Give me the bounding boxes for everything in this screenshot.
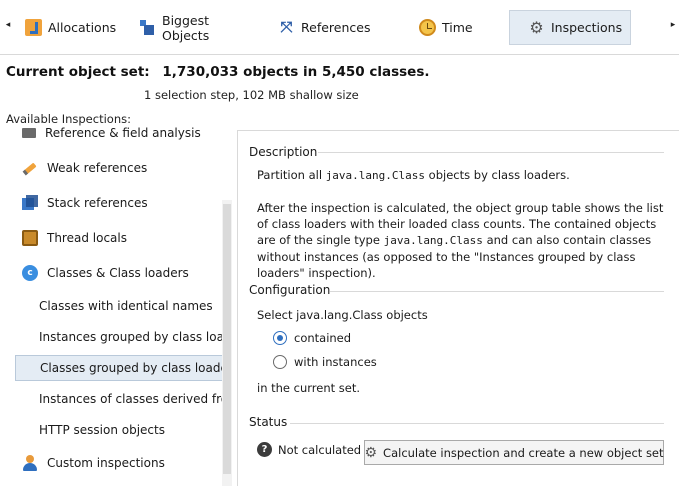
- divider: [330, 291, 664, 292]
- tab-references[interactable]: ⤧ References: [270, 10, 375, 45]
- button-label: Calculate inspection and create a new ob…: [383, 445, 664, 460]
- list-item-http-session-objects[interactable]: HTTP session objects: [15, 415, 227, 445]
- radio-unchecked-icon[interactable]: [273, 355, 287, 369]
- tab-label: Inspections: [551, 20, 623, 35]
- list-item-label: Thread locals: [47, 231, 127, 245]
- list-item-instances-grouped-class-loaders[interactable]: Instances grouped by class loaders: [15, 322, 232, 352]
- calculate-inspection-button[interactable]: ⚙ Calculate inspection and create a new …: [364, 440, 664, 465]
- tab-label: Time: [442, 20, 473, 35]
- tab-biggest-objects[interactable]: Biggest Objects: [131, 10, 261, 45]
- list-item-classes-class-loaders[interactable]: c Classes & Class loaders: [22, 258, 189, 288]
- list-item-classes-identical-names[interactable]: Classes with identical names: [15, 291, 227, 321]
- list-item-label: Classes & Class loaders: [47, 266, 189, 280]
- current-object-set: Current object set: 1,730,033 objects in…: [6, 64, 429, 80]
- description-title: Description: [249, 145, 318, 159]
- code-java-lang-class: java.lang.Class: [383, 234, 483, 247]
- list-item-weak-references[interactable]: Weak references: [22, 153, 147, 183]
- list-scrollbar[interactable]: [222, 200, 232, 486]
- text-run: objects by class loaders.: [425, 168, 570, 182]
- scrollbar-thumb[interactable]: [223, 204, 231, 474]
- list-item-custom-inspections[interactable]: Custom inspections: [22, 448, 165, 478]
- available-inspections-label: Available Inspections:: [6, 112, 131, 126]
- inspection-detail-panel: Description Partition all java.lang.Clas…: [237, 130, 679, 486]
- divider: [290, 423, 664, 424]
- list-item-label: Custom inspections: [47, 456, 165, 470]
- radio-contained[interactable]: contained: [273, 331, 351, 345]
- tab-label: References: [301, 20, 371, 35]
- list-item-label: Instances of classes derived from spe: [39, 392, 232, 406]
- list-item-reference-field-analysis[interactable]: Reference & field analysis: [22, 126, 201, 148]
- radio-label: with instances: [294, 355, 377, 369]
- radio-checked-icon[interactable]: [273, 331, 287, 345]
- select-objects-label: Select java.lang.Class objects: [257, 308, 428, 322]
- user-icon: [22, 455, 38, 471]
- list-item-instances-derived[interactable]: Instances of classes derived from spe: [15, 384, 232, 414]
- current-set-label: Current object set:: [6, 64, 150, 80]
- description-summary: Partition all java.lang.Class objects by…: [257, 167, 677, 184]
- list-item-label: Reference & field analysis: [45, 126, 201, 140]
- view-tab-bar: ◂ Allocations Biggest Objects ⤧ Referenc…: [0, 0, 679, 55]
- question-icon: ?: [257, 442, 272, 457]
- text-run: Partition all: [257, 168, 326, 182]
- tab-label: Biggest Objects: [162, 12, 210, 43]
- thread-icon: [22, 230, 38, 246]
- current-set-suffix: in the current set.: [257, 381, 361, 395]
- status-title: Status: [249, 415, 288, 429]
- time-icon: [419, 19, 436, 36]
- status-value: Not calculated: [278, 442, 362, 457]
- scroll-right-icon[interactable]: ▸: [667, 20, 679, 30]
- list-item-label: Classes grouped by class loaders: [40, 361, 232, 375]
- tab-inspections[interactable]: ⚙ Inspections: [509, 10, 631, 45]
- selection-summary: 1 selection step, 102 MB shallow size: [144, 88, 359, 102]
- current-set-value: 1,730,033 objects in 5,450 classes.: [162, 64, 430, 80]
- gear-icon: ⚙: [529, 18, 544, 37]
- class-icon: c: [22, 265, 38, 281]
- inspection-list: Reference & field analysis Weak referenc…: [0, 126, 232, 486]
- list-item-label: Weak references: [47, 161, 148, 175]
- allocations-icon: [25, 19, 42, 36]
- list-item-label: Classes with identical names: [39, 299, 213, 313]
- list-item-thread-locals[interactable]: Thread locals: [22, 223, 127, 253]
- list-item-label: Instances grouped by class loaders: [39, 330, 232, 344]
- pencil-icon: [19, 157, 42, 180]
- radio-with-instances[interactable]: with instances: [273, 355, 377, 369]
- list-item-classes-grouped-class-loaders[interactable]: Classes grouped by class loaders: [15, 355, 232, 381]
- status-row: ? Not calculated: [257, 442, 361, 457]
- code-java-lang-class: java.lang.Class: [325, 169, 426, 182]
- scroll-left-icon[interactable]: ◂: [2, 20, 14, 30]
- radio-label: contained: [294, 331, 352, 345]
- list-item-label: Stack references: [47, 196, 148, 210]
- biggest-objects-icon: [139, 19, 156, 36]
- list-item-label: HTTP session objects: [39, 423, 165, 437]
- divider: [318, 152, 664, 153]
- tab-allocations[interactable]: Allocations: [17, 10, 117, 45]
- tab-label: Allocations: [48, 20, 117, 35]
- references-icon: ⤧: [280, 18, 293, 36]
- stack-icon: [22, 195, 38, 211]
- configuration-title: Configuration: [249, 283, 331, 297]
- list-item-stack-references[interactable]: Stack references: [22, 188, 148, 218]
- tab-time[interactable]: Time: [411, 10, 481, 45]
- gear-icon: ⚙: [364, 444, 378, 461]
- description-detail: After the inspection is calculated, the …: [257, 200, 677, 281]
- analysis-icon: [22, 128, 36, 138]
